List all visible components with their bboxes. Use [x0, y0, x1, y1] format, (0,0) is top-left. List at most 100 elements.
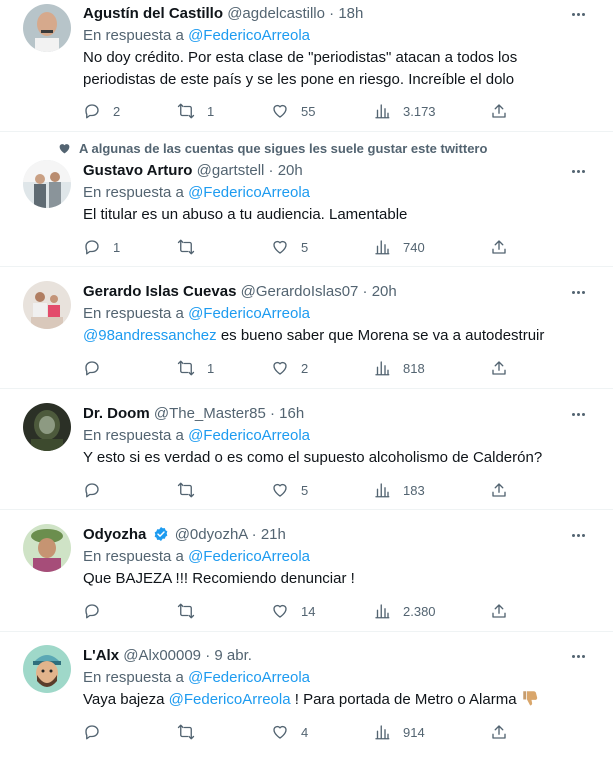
retweet-button[interactable]: [177, 237, 207, 257]
tweet-header: L'Alx @Alx00009 · 9 abr.: [83, 646, 563, 666]
separator-dot: ·: [329, 5, 335, 22]
views-button[interactable]: 183: [373, 480, 425, 500]
reply-context: En respuesta a @FedericoArreola: [83, 547, 310, 567]
avatar[interactable]: [23, 281, 71, 329]
timestamp[interactable]: 21h: [261, 526, 286, 543]
social-context-text: A algunas de las cuentas que sigues les …: [79, 141, 488, 156]
heart-icon: [273, 104, 287, 118]
reply-to-mention[interactable]: @FedericoArreola: [188, 27, 310, 44]
views-button[interactable]: 2.380: [373, 601, 436, 621]
views-button[interactable]: 3.173: [373, 101, 436, 121]
views-chart-icon: [375, 361, 390, 376]
more-dots-icon[interactable]: [567, 404, 589, 424]
retweet-button[interactable]: [177, 480, 207, 500]
more-dots-icon[interactable]: [567, 646, 589, 666]
like-button[interactable]: 55: [271, 101, 315, 121]
timestamp[interactable]: 20h: [278, 162, 303, 179]
handle[interactable]: @GerardoIslas07: [241, 283, 359, 300]
separator-dot: ·: [268, 162, 274, 179]
share-button[interactable]: [490, 480, 508, 500]
views-button[interactable]: 740: [373, 237, 425, 257]
like-button[interactable]: 14: [271, 601, 315, 621]
retweet-icon: [177, 724, 195, 740]
avatar[interactable]: [23, 403, 71, 451]
share-button[interactable]: [490, 601, 508, 621]
retweet-button[interactable]: [177, 601, 207, 621]
handle[interactable]: @Alx00009: [123, 647, 201, 664]
handle[interactable]: @The_Master85: [154, 405, 266, 422]
more-dots-icon[interactable]: [567, 525, 589, 545]
retweet-icon: [177, 603, 195, 619]
handle[interactable]: @0dyozhA: [175, 526, 248, 543]
tweet-gerardoislas07[interactable]: Gerardo Islas Cuevas @GerardoIslas07 · 2…: [0, 267, 613, 389]
more-dots-icon[interactable]: [567, 161, 589, 181]
share-button[interactable]: [490, 358, 508, 378]
reply-prefix: En respuesta a: [83, 305, 184, 322]
reply-to-mention[interactable]: @FedericoArreola: [188, 184, 310, 201]
more-dots-icon[interactable]: [567, 282, 589, 302]
reply-to-mention[interactable]: @FedericoArreola: [188, 669, 310, 686]
tweet-the-master85[interactable]: Dr. Doom @The_Master85 · 16h En respuest…: [0, 389, 613, 510]
reply-button[interactable]: [83, 358, 113, 378]
avatar[interactable]: [23, 524, 71, 572]
reply-button[interactable]: [83, 601, 113, 621]
avatar[interactable]: [23, 645, 71, 693]
display-name[interactable]: Agustín del Castillo: [83, 5, 223, 22]
display-name[interactable]: Dr. Doom: [83, 405, 150, 422]
reply-to-mention[interactable]: @FedericoArreola: [188, 548, 310, 565]
avatar[interactable]: [23, 160, 71, 208]
reply-context: En respuesta a @FedericoArreola: [83, 426, 310, 446]
handle[interactable]: @agdelcastillo: [227, 5, 325, 22]
tweet-alx00009[interactable]: L'Alx @Alx00009 · 9 abr. En respuesta a …: [0, 632, 613, 760]
reply-icon: [85, 604, 99, 619]
reply-button[interactable]: [83, 722, 113, 742]
retweet-icon: [177, 482, 195, 498]
reply-count: 1: [113, 239, 121, 255]
like-button[interactable]: 4: [271, 722, 308, 742]
reply-button[interactable]: 1: [83, 237, 120, 257]
display-name[interactable]: Gerardo Islas Cuevas: [83, 283, 236, 300]
body-mention[interactable]: @FedericoArreola: [169, 691, 291, 708]
display-name[interactable]: L'Alx: [83, 647, 119, 664]
retweet-count: 1: [207, 103, 215, 119]
like-button[interactable]: 2: [271, 358, 308, 378]
timestamp[interactable]: 16h: [279, 405, 304, 422]
like-button[interactable]: 5: [271, 237, 308, 257]
reply-icon: [85, 725, 99, 740]
timestamp[interactable]: 9 abr.: [214, 647, 252, 664]
tweet-gartstell[interactable]: A algunas de las cuentas que sigues les …: [0, 132, 613, 267]
reply-to-mention[interactable]: @FedericoArreola: [188, 305, 310, 322]
tweet-0dyozha[interactable]: Odyozha @0dyozhA · 21h En respuesta a @F…: [0, 510, 613, 632]
like-button[interactable]: 5: [271, 480, 308, 500]
reply-icon: [85, 104, 99, 119]
views-button[interactable]: 818: [373, 358, 425, 378]
share-button[interactable]: [490, 101, 508, 121]
timestamp[interactable]: 20h: [372, 283, 397, 300]
more-dots-icon[interactable]: [567, 4, 589, 24]
tweet-agdelcastillo[interactable]: Agustín del Castillo @agdelcastillo · 18…: [0, 0, 613, 132]
tweet-text-post: ! Para portada de Metro o Alarma: [290, 691, 521, 708]
share-button[interactable]: [490, 722, 508, 742]
heart-icon: [273, 483, 287, 497]
retweet-button[interactable]: 1: [177, 101, 214, 121]
action-bar: 14 2.380: [83, 601, 513, 621]
reply-prefix: En respuesta a: [83, 548, 184, 565]
retweet-button[interactable]: 1: [177, 358, 214, 378]
retweet-button[interactable]: [177, 722, 207, 742]
reply-feed: Agustín del Castillo @agdelcastillo · 18…: [0, 0, 613, 760]
action-bar: 2 1 55 3.173: [83, 101, 513, 121]
share-button[interactable]: [490, 237, 508, 257]
reply-button[interactable]: 2: [83, 101, 120, 121]
reply-to-mention[interactable]: @FedericoArreola: [188, 427, 310, 444]
avatar[interactable]: [23, 4, 71, 52]
handle[interactable]: @gartstell: [197, 162, 265, 179]
share-icon: [492, 483, 506, 497]
display-name[interactable]: Odyozha: [83, 526, 146, 543]
tweet-header: Gustavo Arturo @gartstell · 20h: [83, 161, 563, 181]
timestamp[interactable]: 18h: [338, 5, 363, 22]
body-mention[interactable]: @98andressanchez: [83, 327, 217, 344]
display-name[interactable]: Gustavo Arturo: [83, 162, 192, 179]
social-context: A algunas de las cuentas que sigues les …: [58, 141, 487, 156]
reply-button[interactable]: [83, 480, 113, 500]
views-button[interactable]: 914: [373, 722, 425, 742]
